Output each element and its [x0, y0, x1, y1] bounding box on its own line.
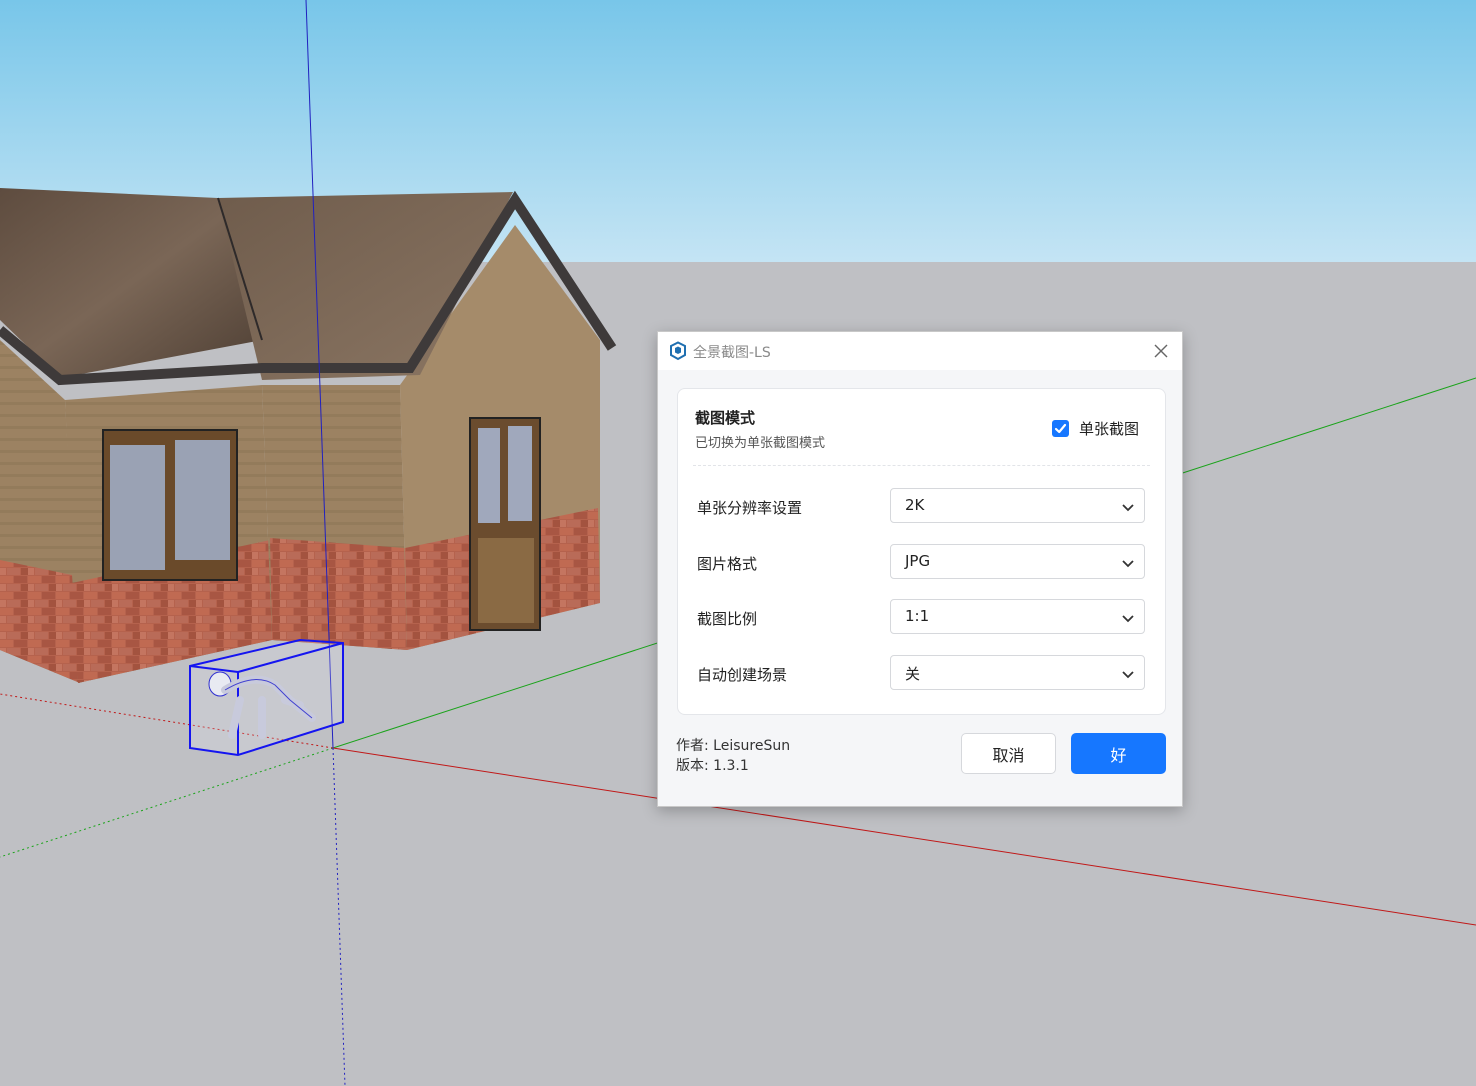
- single-shot-checkbox[interactable]: 单张截图: [1052, 418, 1139, 439]
- checkbox-checked-icon[interactable]: [1052, 420, 1069, 437]
- auto-scene-value: 关: [905, 665, 921, 683]
- format-label: 图片格式: [697, 555, 758, 573]
- resolution-value: 2K: [905, 496, 925, 514]
- settings-card: 截图模式 已切换为单张截图模式 单张截图 单张分辨率设置 2K 图片格式 JPG…: [677, 388, 1166, 715]
- chevron-down-icon: [1122, 615, 1134, 623]
- dialog-title: 全景截图-LS: [693, 345, 771, 361]
- dialog-titlebar[interactable]: 全景截图-LS: [658, 332, 1182, 370]
- cancel-button[interactable]: 取消: [961, 733, 1056, 774]
- mode-title: 截图模式: [695, 409, 756, 427]
- author-text: 作者: LeisureSun: [676, 738, 791, 754]
- resolution-select[interactable]: 2K: [890, 488, 1145, 523]
- sketchup-logo-icon: [670, 341, 686, 361]
- chevron-down-icon: [1122, 671, 1134, 679]
- chevron-down-icon: [1122, 504, 1134, 512]
- version-text: 版本: 1.3.1: [676, 758, 749, 774]
- mode-subtitle: 已切换为单张截图模式: [695, 436, 826, 451]
- door-pane: [478, 428, 500, 523]
- door-panel: [478, 538, 534, 623]
- resolution-label: 单张分辨率设置: [697, 499, 803, 517]
- ratio-select[interactable]: 1:1: [890, 599, 1145, 634]
- ratio-value: 1:1: [905, 607, 930, 625]
- house-brick-middle: [270, 538, 407, 650]
- door-pane: [508, 426, 532, 521]
- ok-button[interactable]: 好: [1071, 733, 1166, 774]
- window-pane: [110, 445, 165, 570]
- ratio-label: 截图比例: [697, 610, 758, 628]
- auto-scene-select[interactable]: 关: [890, 655, 1145, 690]
- auto-scene-label: 自动创建场景: [697, 666, 788, 684]
- chevron-down-icon: [1122, 560, 1134, 568]
- panorama-screenshot-dialog: 全景截图-LS 截图模式 已切换为单张截图模式 单张截图 单张分辨率设置 2K …: [657, 331, 1183, 807]
- format-select[interactable]: JPG: [890, 544, 1145, 579]
- close-icon[interactable]: [1150, 340, 1172, 362]
- window-pane: [175, 440, 230, 560]
- divider: [693, 465, 1150, 466]
- checkbox-label: 单张截图: [1079, 420, 1140, 438]
- format-value: JPG: [905, 552, 931, 570]
